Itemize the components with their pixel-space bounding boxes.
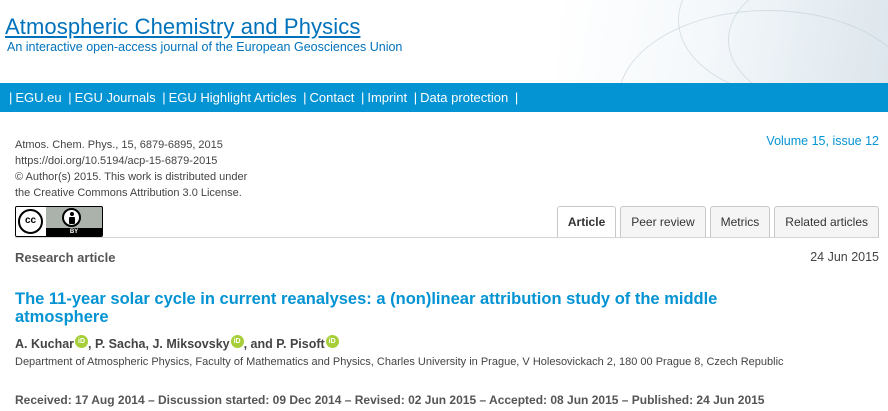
nav-egu-journals[interactable]: EGU Journals — [75, 90, 156, 105]
nav-separator: | — [413, 90, 418, 105]
cc-by-license-badge[interactable]: cc BY — [15, 206, 103, 237]
tab-divider — [15, 237, 879, 238]
publication-date: 24 Jun 2015 — [810, 250, 879, 264]
article-type: Research article — [15, 250, 116, 265]
cc-badge-left: cc — [16, 207, 46, 236]
author-separator: , and — [243, 337, 277, 351]
article-title-line-2: atmosphere — [15, 308, 109, 326]
nav-egu-highlight-articles[interactable]: EGU Highlight Articles — [169, 90, 297, 105]
nav-separator: | — [9, 90, 13, 105]
publication-history: Received: 17 Aug 2014 – Discussion start… — [15, 393, 765, 407]
nav-imprint[interactable]: Imprint — [367, 90, 407, 105]
citation-meta: Atmos. Chem. Phys., 15, 6879-6895, 2015 … — [15, 137, 247, 201]
tab-peer-review[interactable]: Peer review — [620, 206, 706, 237]
tab-article[interactable]: Article — [556, 206, 617, 238]
nav-contact[interactable]: Contact — [310, 90, 355, 105]
doi-link[interactable]: https://doi.org/10.5194/acp-15-6879-2015 — [15, 153, 247, 169]
article-tabs: Article Peer review Metrics Related arti… — [556, 206, 879, 238]
journal-subtitle: An interactive open-access journal of th… — [7, 40, 403, 54]
author-name[interactable]: P. Sacha — [95, 337, 146, 351]
copyright-line: © Author(s) 2015. This work is distribut… — [15, 171, 248, 183]
author-name[interactable]: P. Pisoft — [276, 337, 324, 351]
author-name[interactable]: A. Kuchar — [15, 337, 74, 351]
author-affiliation: Department of Atmospheric Physics, Facul… — [15, 356, 784, 368]
attribution-person-icon — [62, 208, 81, 227]
nav-separator: | — [162, 90, 166, 105]
by-label: BY — [46, 228, 102, 236]
tab-related-articles[interactable]: Related articles — [774, 206, 879, 237]
citation: Atmos. Chem. Phys., 15, 6879-6895, 2015 — [15, 139, 223, 151]
tab-metrics[interactable]: Metrics — [709, 206, 771, 237]
author-name[interactable]: J. Miksovsky — [152, 337, 229, 351]
nav-egu-eu[interactable]: EGU.eu — [15, 90, 61, 105]
author-separator: , — [88, 337, 95, 351]
nav-links: | EGU.eu | EGU Journals | EGU Highlight Art… — [6, 90, 521, 105]
orcid-icon[interactable]: iD — [230, 335, 244, 348]
nav-separator: | — [360, 90, 365, 105]
orcid-icon[interactable]: iD — [75, 335, 89, 348]
nav-separator: | — [514, 90, 519, 105]
volume-issue-link[interactable]: Volume 15, issue 12 — [766, 134, 879, 148]
nav-separator: | — [303, 90, 307, 105]
nav-data-protection[interactable]: Data protection — [420, 90, 508, 105]
orcid-icon[interactable]: iD — [325, 335, 339, 348]
article-title-line-1: The 11-year solar cycle in current reana… — [15, 290, 718, 308]
top-navigation: | EGU.eu | EGU Journals | EGU Highlight Art… — [0, 83, 888, 112]
article-title: The 11-year solar cycle in current reana… — [15, 290, 875, 326]
cc-icon: cc — [18, 209, 43, 234]
site-header: Atmospheric Chemistry and Physics An int… — [0, 0, 888, 83]
author-list: A. Kuchar iD, P. Sacha, J. Miksovsky iD, a… — [15, 335, 339, 351]
journal-title-link[interactable]: Atmospheric Chemistry and Physics — [5, 14, 360, 40]
nav-separator: | — [68, 90, 72, 105]
header-decoration — [558, 0, 888, 83]
license-line: the Creative Commons Attribution 3.0 Lic… — [15, 187, 242, 199]
